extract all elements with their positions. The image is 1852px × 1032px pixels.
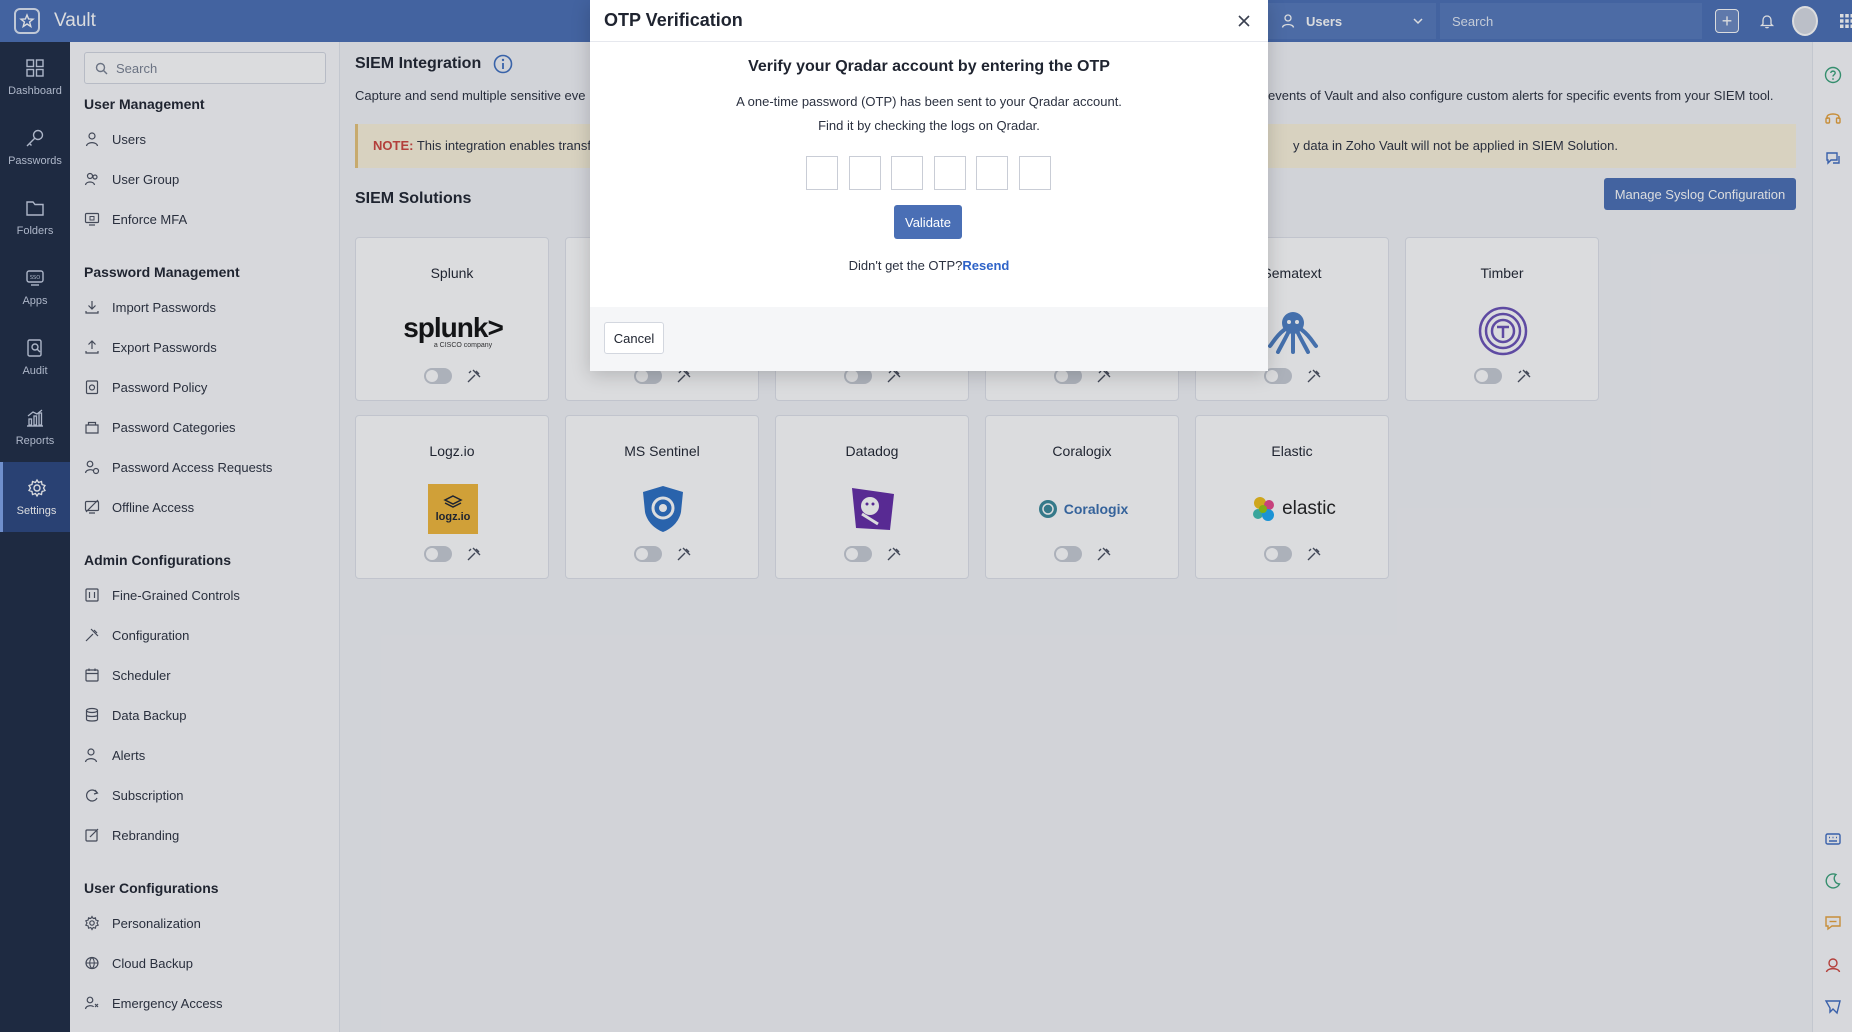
otp-input-group [806, 156, 1061, 190]
close-icon[interactable] [1234, 11, 1254, 31]
otp-digit-3[interactable] [891, 156, 923, 190]
otp-digit-1[interactable] [806, 156, 838, 190]
otp-digit-5[interactable] [976, 156, 1008, 190]
otp-digit-6[interactable] [1018, 156, 1051, 190]
validate-button[interactable]: Validate [894, 205, 962, 239]
otp-verification-dialog: OTP Verification Verify your Qradar acco… [590, 0, 1268, 371]
otp-digit-4[interactable] [933, 156, 966, 190]
otp-hint-message: Find it by checking the logs on Qradar. [818, 118, 1040, 133]
modal-title: OTP Verification [604, 10, 743, 30]
cancel-button[interactable]: Cancel [604, 322, 664, 354]
otp-digit-2[interactable] [848, 156, 881, 190]
otp-sent-message: A one-time password (OTP) has been sent … [736, 94, 1122, 109]
resend-line: Didn't get the OTP?Resend [590, 258, 1268, 273]
modal-header: OTP Verification [590, 0, 1268, 42]
resend-link[interactable]: Resend [962, 258, 1009, 273]
modal-heading: Verify your Qradar account by entering t… [748, 58, 1110, 75]
resend-prompt: Didn't get the OTP? [848, 258, 963, 273]
modal-footer: Cancel [590, 307, 1268, 371]
